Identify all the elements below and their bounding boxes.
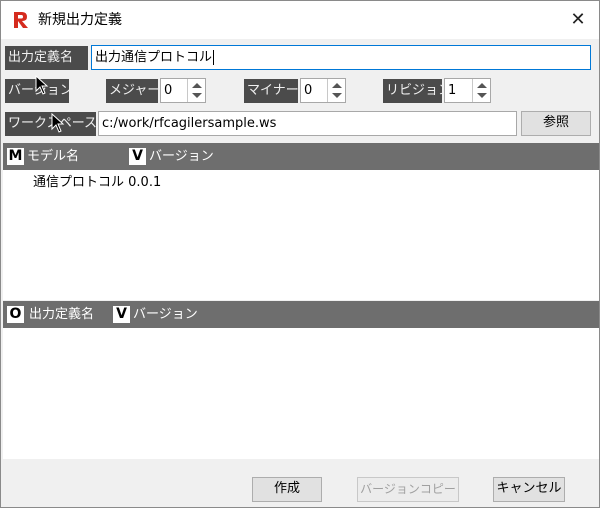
window-title: 新規出力定義 bbox=[38, 12, 122, 28]
chevron-down-icon[interactable] bbox=[332, 93, 342, 98]
output-grid-header: O 出力定義名 V バージョン bbox=[3, 301, 599, 328]
model-version-cell: 0.0.1 bbox=[128, 175, 162, 190]
model-grid-header: M モデル名 V バージョン bbox=[3, 143, 599, 170]
output-sort-badge[interactable]: O bbox=[7, 306, 24, 323]
minor-stepper-arrows[interactable] bbox=[327, 79, 345, 102]
model-name-cell: 通信プロトコル bbox=[33, 175, 125, 190]
model-grid-body: 通信プロトコル 0.0.1 bbox=[3, 170, 599, 300]
minor-stepper[interactable]: 0 bbox=[300, 78, 346, 103]
chevron-up-icon[interactable] bbox=[332, 83, 342, 88]
dialog-content: 出力定義名 出力通信プロトコル バージョン メジャー 0 マイナー 0 リビジョ… bbox=[1, 39, 599, 507]
major-stepper[interactable]: 0 bbox=[160, 78, 206, 103]
mouse-pointer-icon bbox=[35, 75, 49, 95]
major-label: メジャー bbox=[106, 79, 158, 103]
revision-label: リビジョン bbox=[383, 79, 442, 103]
revision-value: 1 bbox=[448, 83, 457, 98]
output-def-name-label: 出力定義名 bbox=[5, 46, 88, 70]
output-def-name-value: 出力通信プロトコル bbox=[95, 50, 213, 65]
model-name-column-header[interactable]: モデル名 bbox=[27, 143, 79, 170]
chevron-down-icon[interactable] bbox=[477, 93, 487, 98]
table-row[interactable]: 通信プロトコル 0.0.1 bbox=[33, 174, 161, 192]
minor-value: 0 bbox=[304, 83, 313, 98]
output-version-sort-badge[interactable]: V bbox=[113, 306, 130, 323]
revision-stepper[interactable]: 1 bbox=[444, 78, 491, 103]
model-sort-badge[interactable]: M bbox=[7, 148, 24, 165]
dialog-window: 新規出力定義 ✕ 出力定義名 出力通信プロトコル バージョン メジャー 0 マイ… bbox=[0, 0, 600, 508]
revision-stepper-arrows[interactable] bbox=[472, 79, 490, 102]
close-icon[interactable]: ✕ bbox=[567, 9, 589, 31]
browse-button[interactable]: 参照 bbox=[521, 111, 591, 136]
output-grid-body bbox=[3, 328, 599, 459]
major-value: 0 bbox=[164, 83, 173, 98]
output-def-name-column-header[interactable]: 出力定義名 bbox=[29, 301, 94, 328]
workspace-input[interactable]: c:/work/rfcagilersample.ws bbox=[98, 111, 517, 136]
cancel-button[interactable]: キャンセル bbox=[493, 477, 565, 502]
create-button[interactable]: 作成 bbox=[252, 477, 322, 502]
output-version-column-header[interactable]: バージョン bbox=[133, 301, 198, 328]
model-version-column-header[interactable]: バージョン bbox=[149, 143, 214, 170]
minor-label: マイナー bbox=[244, 79, 298, 103]
major-stepper-arrows[interactable] bbox=[187, 79, 205, 102]
chevron-down-icon[interactable] bbox=[192, 93, 202, 98]
version-sort-badge[interactable]: V bbox=[129, 148, 146, 165]
chevron-up-icon[interactable] bbox=[192, 83, 202, 88]
title-bar: 新規出力定義 ✕ bbox=[1, 1, 599, 39]
text-caret bbox=[213, 50, 215, 65]
app-logo-icon bbox=[12, 11, 30, 29]
mouse-pointer-icon bbox=[51, 113, 65, 133]
output-def-name-input[interactable]: 出力通信プロトコル bbox=[91, 45, 591, 70]
version-copy-button[interactable]: バージョンコピー bbox=[357, 477, 459, 502]
chevron-up-icon[interactable] bbox=[477, 83, 487, 88]
